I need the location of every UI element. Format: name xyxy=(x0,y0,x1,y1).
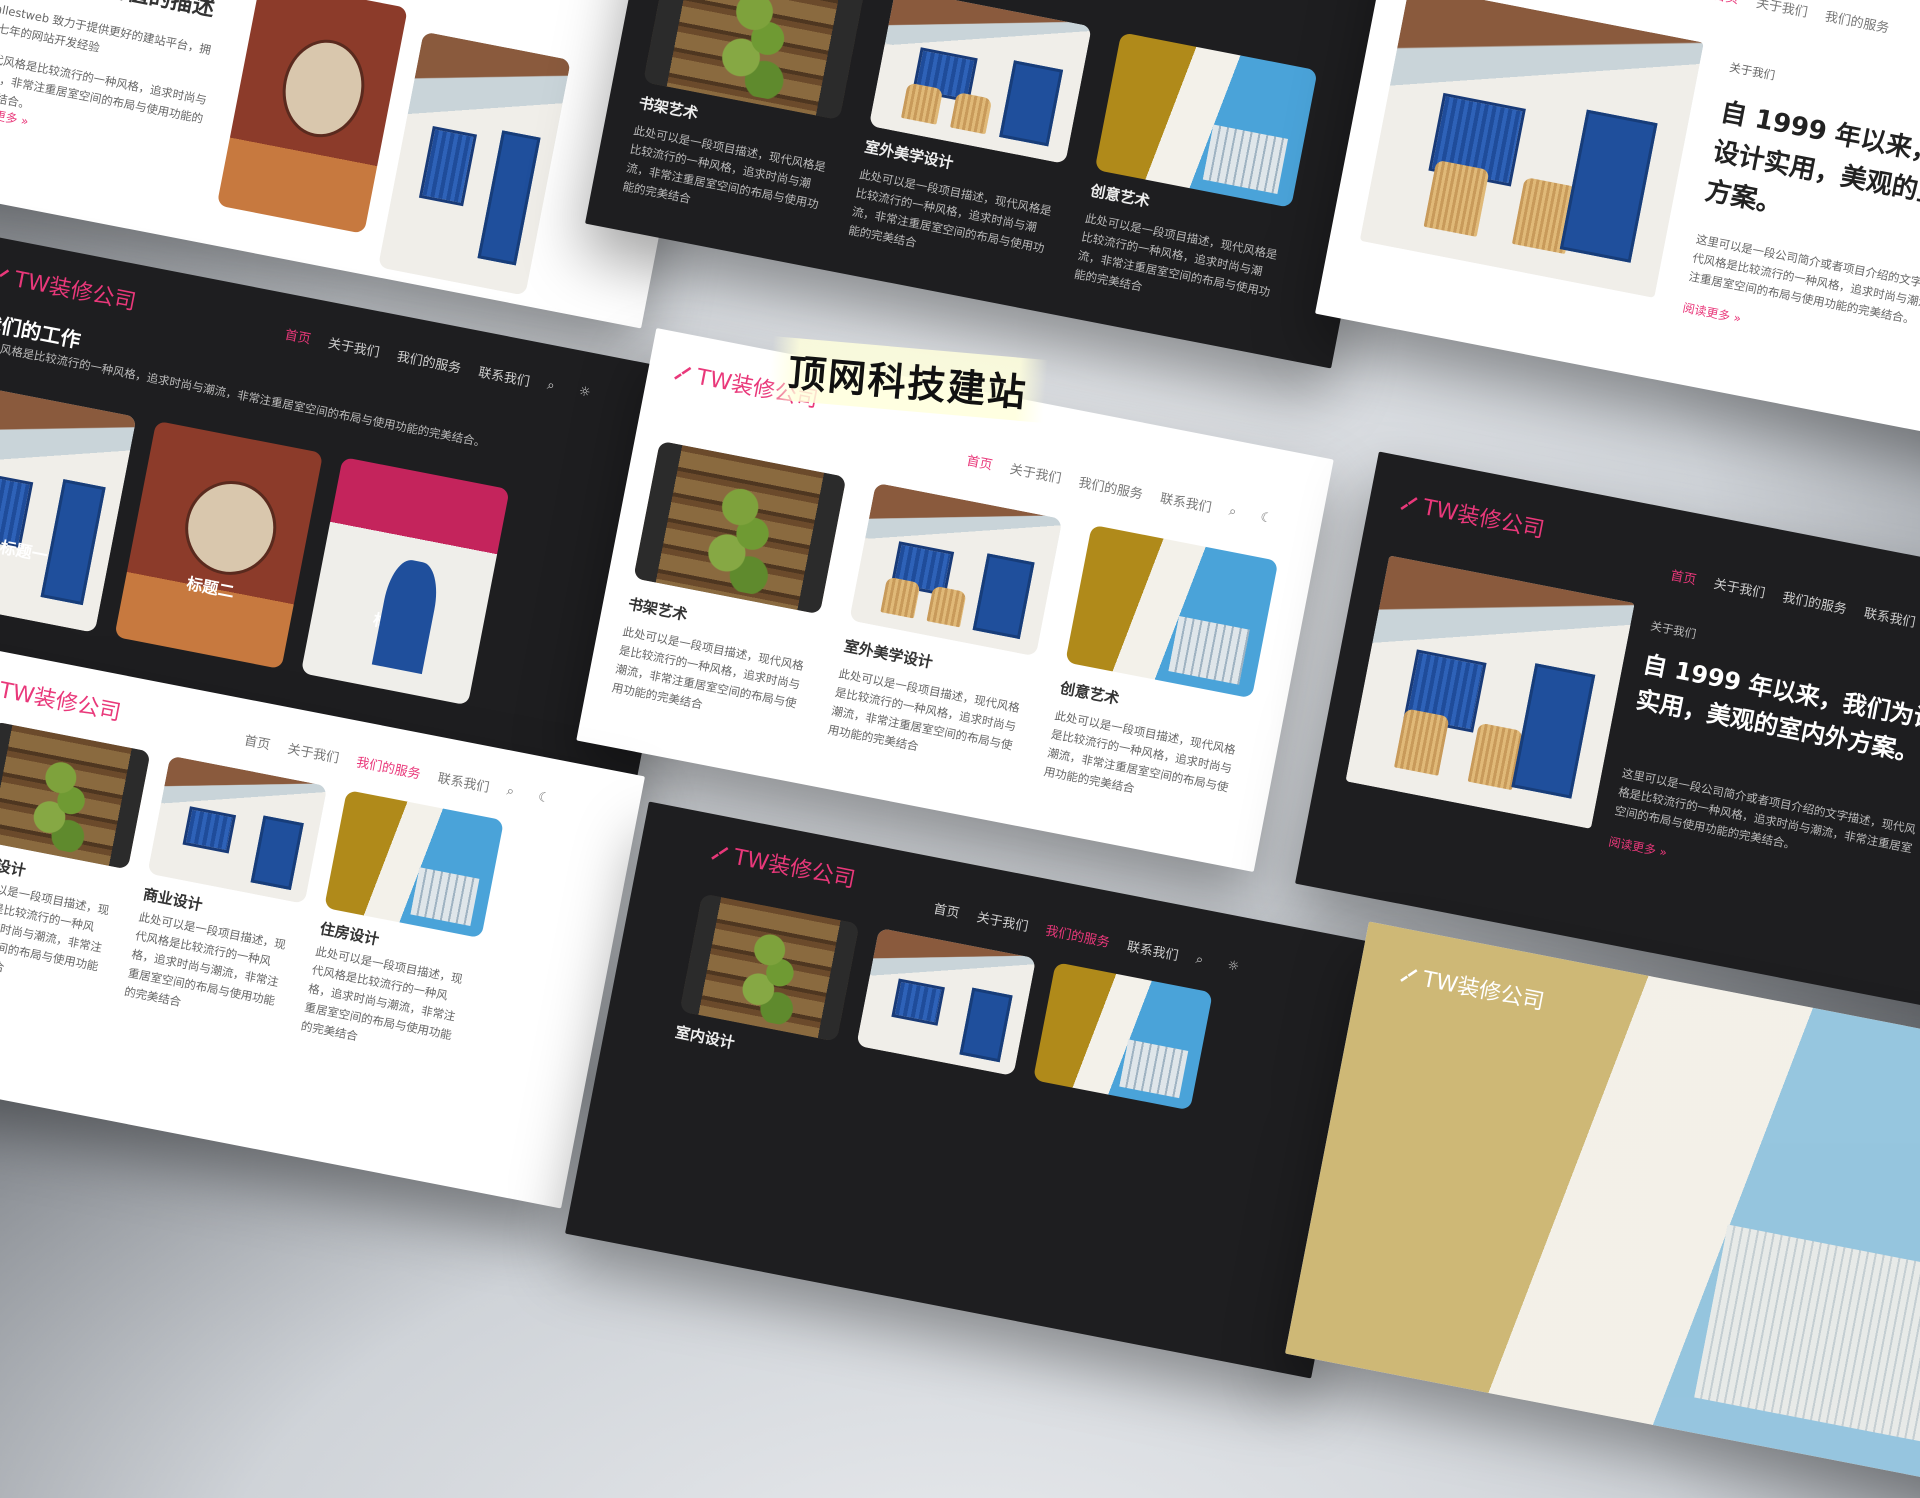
search-icon[interactable]: ⌕ xyxy=(546,377,562,393)
service-image-2 xyxy=(147,755,328,904)
project-image-art xyxy=(1065,524,1279,699)
moon-icon[interactable]: ☾ xyxy=(537,789,553,806)
nav-home[interactable]: 首页 xyxy=(243,730,272,754)
nav-services[interactable]: 我们的服务 xyxy=(1781,586,1848,617)
brush-icon xyxy=(711,846,729,860)
card-about-light: TW装修公司 首页 关于我们 我们的服务 关于我们 自 1999 年以来，我们为… xyxy=(1315,0,1920,459)
project-image-house xyxy=(849,482,1063,657)
service-desc-3: 此处可以是一段项目描述，现代风格是比较流行的一种风格，追求时尚与潮流，非常注重居… xyxy=(299,944,464,1044)
brand-name: TW装修公司 xyxy=(12,267,138,316)
brush-icon xyxy=(1400,497,1418,510)
work-image-3: 标题三 xyxy=(300,457,510,706)
service-desc-1: 此处可以是一段项目描述，现代风格是比较流行的一种风格，追求时尚与潮流，非常注重居… xyxy=(0,875,111,975)
project-desc-1: 此处可以是一段项目描述，现代风格是比较流行的一种风格，追求时尚与潮流，非常注重居… xyxy=(610,624,805,712)
nav-contact[interactable]: 联系我们 xyxy=(1863,602,1918,631)
nav-home[interactable]: 首页 xyxy=(932,898,961,922)
sun-icon[interactable]: ☼ xyxy=(577,383,594,400)
project-desc-2: 此处可以是一段项目描述，现代风格是比较流行的一种风格，追求时尚与潮流，非常注重居… xyxy=(826,666,1021,754)
project-desc-3: 此处可以是一段项目描述，现代风格是比较流行的一种风格，追求时尚与潮流，非常注重居… xyxy=(1073,210,1279,300)
service-title-1: 室内设计 xyxy=(0,850,28,880)
about-image xyxy=(1359,0,1704,298)
about-headline: 自 1999 年以来，我们为设计实用，美观的室内外方案。 xyxy=(1633,650,1920,768)
service-image-3 xyxy=(1032,962,1213,1111)
brand-name: TW装修公司 xyxy=(731,844,858,894)
nav-home[interactable]: 首页 xyxy=(965,450,994,474)
work-title-1: 标题一 xyxy=(0,537,50,566)
value-image-terracotta xyxy=(216,0,408,234)
nav-about[interactable]: 关于我们 xyxy=(1712,573,1767,602)
about-label: 关于我们 xyxy=(1728,60,1777,83)
nav-home[interactable]: 首页 xyxy=(1712,0,1741,7)
about-desc: 这里可以是一段公司简介或者项目介绍的文字描述，现代风格是比较流行的一种风格，追求… xyxy=(1613,765,1917,856)
work-title-3: 标题三 xyxy=(371,610,423,638)
service-image-1 xyxy=(0,721,151,870)
nav-services[interactable]: 我们的服务 xyxy=(395,346,462,377)
about-readmore[interactable]: 阅读更多 » xyxy=(1607,833,1668,861)
about-label: 关于我们 xyxy=(1649,618,1698,642)
search-icon[interactable]: ⌕ xyxy=(1228,503,1244,519)
project-desc-1: 此处可以是一段项目描述，现代风格是比较流行的一种风格，追求时尚与潮流，非常注重居… xyxy=(621,123,827,212)
top-nav: 首页 关于我们 我们的服务 联系我们 ⌕ ☼ xyxy=(284,324,595,402)
service-title-1: 室内设计 xyxy=(673,1022,737,1053)
top-nav: 首页 关于我们 我们的服务 xyxy=(1712,0,1891,37)
service-desc-2: 此处可以是一段项目描述，现代风格是比较流行的一种风格，追求时尚与潮流，非常注重居… xyxy=(123,909,288,1010)
work-image-1: 标题一 xyxy=(0,384,137,633)
nav-services[interactable]: 我们的服务 xyxy=(1077,472,1144,503)
search-icon[interactable]: ⌕ xyxy=(1195,951,1211,967)
nav-contact[interactable]: 联系我们 xyxy=(477,362,532,390)
value-image-house xyxy=(377,31,571,296)
brand-name: TW装修公司 xyxy=(1420,495,1547,544)
card-services-dark: TW装修公司 首页 关于我们 我们的服务 联系我们 ⌕ ☼ 室内设计 xyxy=(565,801,1395,1379)
nav-about[interactable]: 关于我们 xyxy=(1008,458,1063,487)
project-title-1: 书架艺术 xyxy=(637,93,700,123)
nav-about[interactable]: 关于我们 xyxy=(975,906,1030,935)
moon-icon[interactable]: ☾ xyxy=(1259,509,1275,526)
nav-services[interactable]: 我们的服务 xyxy=(355,751,422,782)
project-desc-3: 此处可以是一段项目描述，现代风格是比较流行的一种风格，追求时尚与潮流，非常注重居… xyxy=(1042,708,1237,796)
nav-home[interactable]: 首页 xyxy=(284,324,313,348)
project-title-3: 创意艺术 xyxy=(1058,678,1121,708)
brush-icon xyxy=(674,366,692,380)
brand-logo[interactable]: TW装修公司 xyxy=(1397,485,1548,544)
nav-services[interactable]: 我们的服务 xyxy=(1824,6,1891,37)
nav-home[interactable]: 首页 xyxy=(1669,565,1698,589)
about-image xyxy=(1345,555,1635,829)
about-readmore[interactable]: 阅读更多 » xyxy=(1681,299,1743,327)
project-title-3: 创意艺术 xyxy=(1088,181,1152,211)
brand-logo[interactable]: TW装修公司 xyxy=(0,257,139,316)
nav-about[interactable]: 关于我们 xyxy=(327,332,382,361)
nav-contact[interactable]: 联系我们 xyxy=(436,767,491,796)
nav-contact[interactable]: 联系我们 xyxy=(1159,487,1214,516)
brush-icon xyxy=(1400,969,1418,982)
nav-about[interactable]: 关于我们 xyxy=(286,738,341,767)
sun-icon[interactable]: ☼ xyxy=(1226,958,1242,975)
top-nav: 首页 关于我们 我们的服务 联系我们 xyxy=(1669,565,1917,631)
service-image-2 xyxy=(856,927,1037,1077)
card-projects-dark: 书架艺术 室外美学设计 创意艺术 此处可以是一段项目描述，现代风格是比较流行的一… xyxy=(585,0,1415,369)
nav-services[interactable]: 我们的服务 xyxy=(1044,920,1111,951)
service-image-3 xyxy=(324,789,505,939)
project-image-house xyxy=(868,0,1092,164)
work-image-2: 标题二 xyxy=(114,420,324,670)
search-icon[interactable]: ⌕ xyxy=(505,783,522,799)
project-image-art xyxy=(1094,32,1318,208)
mockup-stage: 与体现我们价值的描述 Tallestweb 致力于提供更好的建站平台，拥有七年的… xyxy=(0,0,1920,1498)
project-desc-2: 此处可以是一段项目描述，现代风格是比较流行的一种风格，追求时尚与潮流，非常注重居… xyxy=(847,167,1053,256)
brush-icon xyxy=(0,269,10,278)
brand-name: TW装修公司 xyxy=(0,678,123,727)
project-title-1: 书架艺术 xyxy=(626,594,689,625)
nav-contact[interactable]: 联系我们 xyxy=(1126,936,1181,965)
project-image-shelf xyxy=(633,440,847,615)
work-title-2: 标题二 xyxy=(185,573,236,602)
nav-about[interactable]: 关于我们 xyxy=(1755,0,1810,21)
brand-logo[interactable]: TW装修公司 xyxy=(708,835,859,894)
partial-image xyxy=(1285,921,1920,1498)
service-image-1 xyxy=(679,893,860,1042)
brand-logo[interactable]: TW装修公司 xyxy=(0,672,124,727)
card-brand-partial: TW装修公司 xyxy=(1285,921,1920,1498)
